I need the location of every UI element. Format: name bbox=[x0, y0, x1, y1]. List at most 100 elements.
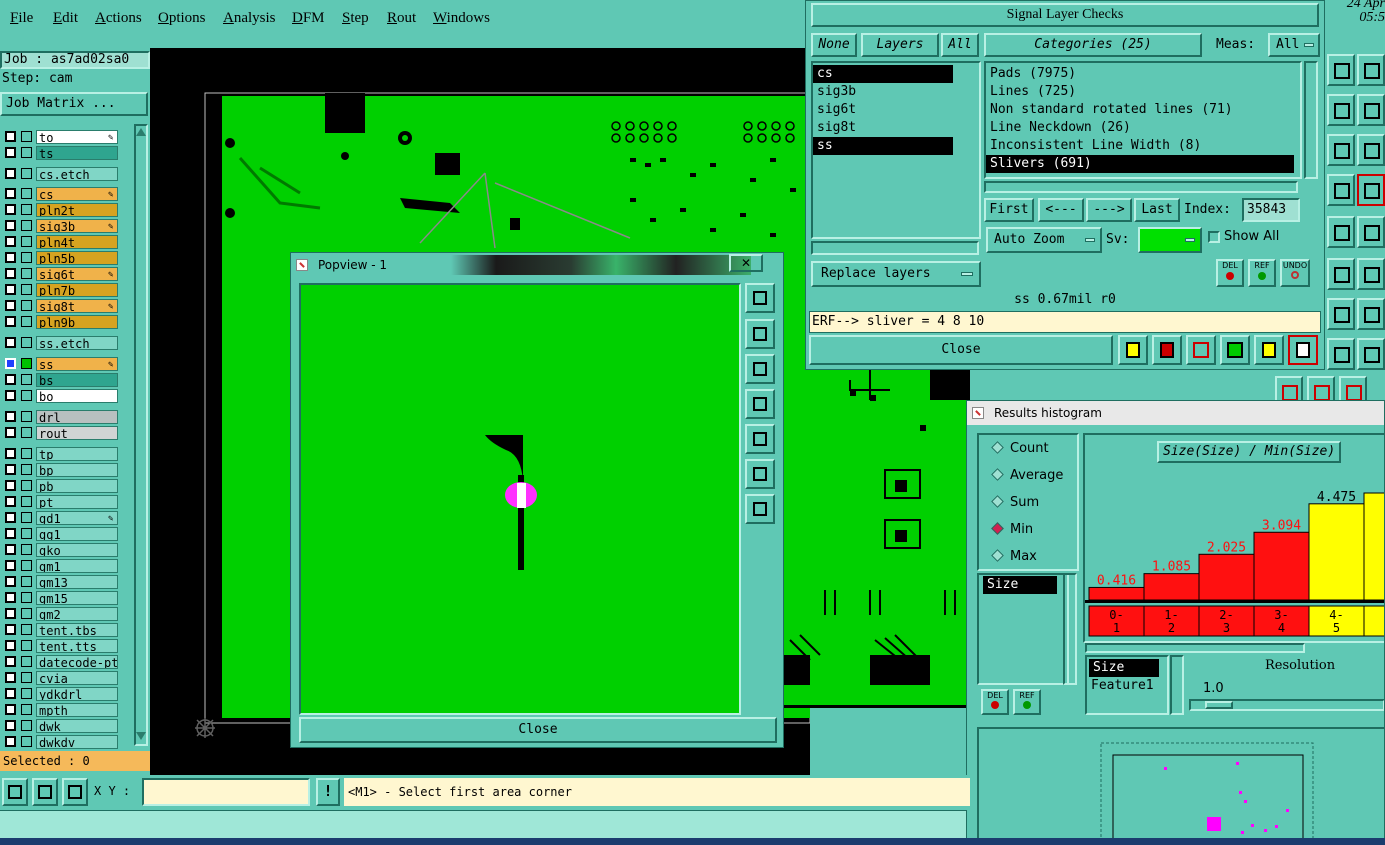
warning-icon[interactable]: ! bbox=[316, 778, 340, 806]
graphic-canvas-right[interactable] bbox=[780, 370, 970, 708]
sv-color-select[interactable] bbox=[1138, 227, 1202, 253]
layer-affected-box[interactable] bbox=[21, 188, 32, 199]
layer-checkbox[interactable] bbox=[5, 374, 16, 385]
category-list[interactable]: Pads (7975) Lines (725) Non standard rotat… bbox=[984, 61, 1302, 179]
layer-affected-box[interactable] bbox=[21, 168, 32, 179]
layer-row-gm15[interactable]: gm15 bbox=[0, 591, 134, 605]
layer-checkbox[interactable] bbox=[5, 358, 16, 369]
layer-checkbox[interactable] bbox=[5, 576, 16, 587]
next-button[interactable]: ---> bbox=[1086, 198, 1132, 222]
tool-ruler-icon[interactable] bbox=[1357, 216, 1385, 248]
count-icon[interactable] bbox=[1220, 335, 1250, 365]
layer-row-rout[interactable]: rout bbox=[0, 426, 134, 440]
mode-count[interactable]: Count bbox=[991, 441, 1049, 456]
layer-checkbox[interactable] bbox=[5, 592, 16, 603]
layer-affected-box[interactable] bbox=[21, 656, 32, 667]
layer-checkbox[interactable] bbox=[5, 656, 16, 667]
tool-grid-icon[interactable] bbox=[1357, 54, 1385, 86]
layer-affected-box[interactable] bbox=[21, 411, 32, 422]
layer-row-cvia[interactable]: cvia bbox=[0, 671, 134, 685]
angle-mode-icon[interactable] bbox=[32, 778, 58, 806]
slc-layer-sig3b[interactable]: sig3b bbox=[813, 83, 953, 101]
tool-move-icon[interactable] bbox=[1327, 94, 1355, 126]
layer-affected-box[interactable] bbox=[21, 704, 32, 715]
layer-row-mpth[interactable]: mpth bbox=[0, 703, 134, 717]
layer-affected-box[interactable] bbox=[21, 300, 32, 311]
pan-up-icon[interactable] bbox=[745, 319, 775, 349]
tool-line-icon[interactable] bbox=[1327, 298, 1355, 330]
layer-affected-box[interactable] bbox=[21, 220, 32, 231]
layer-checkbox[interactable] bbox=[5, 131, 16, 142]
layer-affected-box[interactable] bbox=[21, 268, 32, 279]
tool-net-icon[interactable] bbox=[1357, 174, 1385, 206]
histogram-bar-0-1[interactable] bbox=[1088, 586, 1145, 601]
menu-analysis[interactable]: Analysis bbox=[223, 10, 276, 27]
layer-checkbox[interactable] bbox=[5, 448, 16, 459]
layer-checkbox[interactable] bbox=[5, 411, 16, 422]
none-button[interactable]: None bbox=[811, 33, 857, 57]
layer-affected-box[interactable] bbox=[21, 688, 32, 699]
layer-row-pt[interactable]: pt bbox=[0, 495, 134, 509]
menu-dfm[interactable]: DFM bbox=[292, 10, 325, 27]
mode-sum[interactable]: Sum bbox=[991, 495, 1039, 510]
layer-affected-box[interactable] bbox=[21, 204, 32, 215]
layer-checkbox[interactable] bbox=[5, 640, 16, 651]
chart-hscroll[interactable] bbox=[1085, 643, 1305, 653]
layer-checkbox[interactable] bbox=[5, 704, 16, 715]
slc-layer-cs[interactable]: cs bbox=[813, 65, 953, 83]
hist-ref-button[interactable]: REF bbox=[1013, 689, 1041, 715]
layer-row-cs.etch[interactable]: cs.etch bbox=[0, 167, 134, 181]
layer-affected-box[interactable] bbox=[21, 736, 32, 747]
menu-edit[interactable]: Edit bbox=[53, 10, 78, 27]
all-layers-button[interactable]: All bbox=[941, 33, 979, 57]
popview-titlebar[interactable]: Popview - 1 ✕ bbox=[291, 253, 783, 277]
layer-checkbox[interactable] bbox=[5, 188, 16, 199]
layer-checkbox[interactable] bbox=[5, 720, 16, 731]
layer-row-to[interactable]: to ✎ bbox=[0, 130, 134, 144]
hist-del-button[interactable]: DEL bbox=[981, 689, 1009, 715]
layer-row-gd1[interactable]: gd1 ✎ bbox=[0, 511, 134, 525]
layer-affected-box[interactable] bbox=[21, 374, 32, 385]
layer-row-sig6t[interactable]: sig6t ✎ bbox=[0, 267, 134, 281]
layer-checkbox[interactable] bbox=[5, 284, 16, 295]
category-item[interactable]: Inconsistent Line Width (8) bbox=[986, 137, 1294, 155]
layer-checkbox[interactable] bbox=[5, 480, 16, 491]
report-icon[interactable] bbox=[1118, 335, 1148, 365]
layer-affected-box[interactable] bbox=[21, 672, 32, 683]
popview-close-button[interactable]: Close bbox=[299, 717, 777, 743]
undo-button[interactable]: UNDO bbox=[1280, 259, 1310, 287]
layer-row-ydkdrl[interactable]: ydkdrl bbox=[0, 687, 134, 701]
layer-row-ts[interactable]: ts bbox=[0, 146, 134, 160]
layer-affected-box[interactable] bbox=[21, 337, 32, 348]
auto-zoom-menu[interactable]: Auto Zoom bbox=[986, 227, 1102, 253]
histogram-icon[interactable] bbox=[1288, 335, 1318, 365]
resolution-slider[interactable] bbox=[1189, 699, 1384, 711]
layer-row-tent.tts[interactable]: tent.tts bbox=[0, 639, 134, 653]
layer-checkbox[interactable] bbox=[5, 204, 16, 215]
tool-grid2-icon[interactable] bbox=[1327, 174, 1355, 206]
layer-affected-box[interactable] bbox=[21, 358, 32, 369]
histogram-bar-5-[interactable] bbox=[1363, 492, 1385, 601]
popview-close-icon[interactable]: ✕ bbox=[729, 254, 763, 272]
layer-checkbox[interactable] bbox=[5, 147, 16, 158]
layer-list-scrollbar[interactable] bbox=[134, 124, 148, 746]
select-icon[interactable] bbox=[1152, 335, 1182, 365]
attribute-list-vscroll[interactable] bbox=[1063, 573, 1077, 685]
tool-fit-icon[interactable] bbox=[1357, 338, 1385, 370]
histogram-bin-5-[interactable] bbox=[1363, 605, 1385, 637]
layer-affected-box[interactable] bbox=[21, 592, 32, 603]
layer-row-pb[interactable]: pb bbox=[0, 479, 134, 493]
layer-checkbox[interactable] bbox=[5, 624, 16, 635]
category-item[interactable]: Non standard rotated lines (71) bbox=[986, 101, 1294, 119]
layer-checkbox[interactable] bbox=[5, 337, 16, 348]
layer-row-pln2t[interactable]: pln2t bbox=[0, 203, 134, 217]
layer-affected-box[interactable] bbox=[21, 576, 32, 587]
layer-affected-box[interactable] bbox=[21, 640, 32, 651]
layer-row-gm1[interactable]: gm1 bbox=[0, 559, 134, 573]
layer-affected-box[interactable] bbox=[21, 284, 32, 295]
overview-map[interactable] bbox=[977, 727, 1384, 844]
category-list-vscroll[interactable] bbox=[1304, 61, 1318, 179]
layer-row-bo[interactable]: bo bbox=[0, 389, 134, 403]
first-button[interactable]: First bbox=[984, 198, 1034, 222]
tool-cross-icon[interactable] bbox=[1327, 258, 1355, 290]
